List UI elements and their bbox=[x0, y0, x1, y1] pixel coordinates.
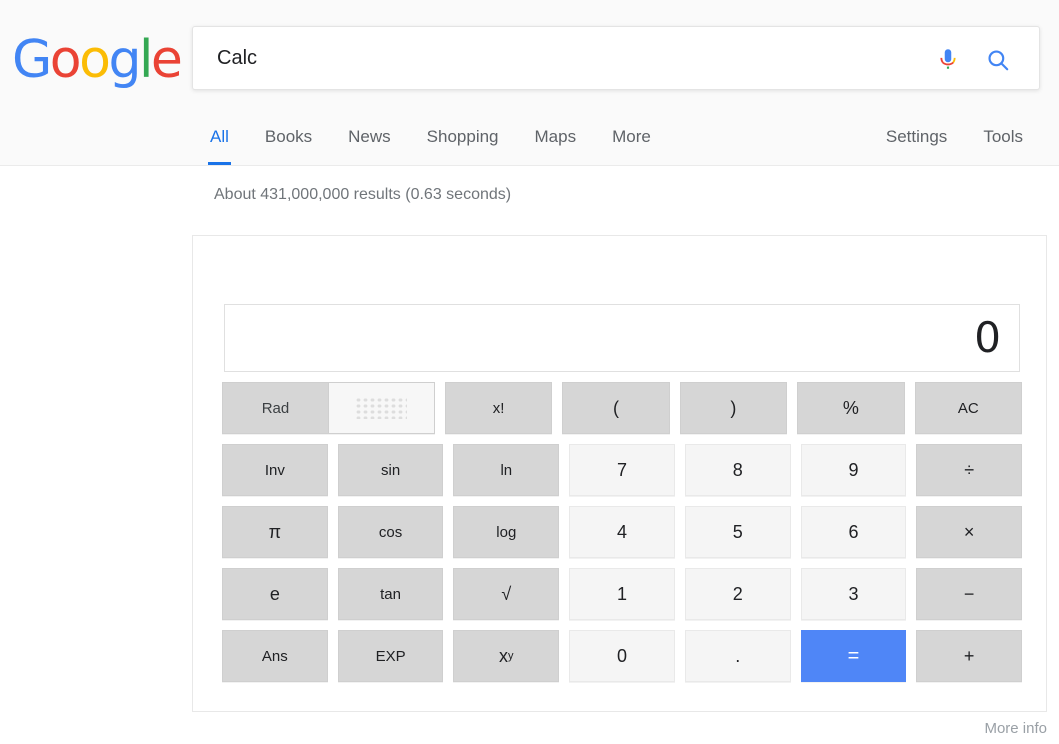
dotted-placeholder-icon bbox=[355, 397, 408, 419]
key-multiply[interactable]: × bbox=[916, 506, 1023, 558]
tab-books[interactable]: Books bbox=[247, 116, 330, 165]
key-paren-close[interactable]: ) bbox=[679, 382, 788, 434]
keypad-row: Rad x! ( ) % AC bbox=[222, 382, 1022, 434]
logo-letter-g2: g bbox=[108, 30, 141, 90]
tab-news[interactable]: News bbox=[330, 116, 409, 165]
key-tan[interactable]: tan bbox=[337, 568, 444, 620]
key-sqrt[interactable]: √ bbox=[453, 568, 560, 620]
tools-link[interactable]: Tools bbox=[965, 116, 1041, 158]
key-inv[interactable]: Inv bbox=[222, 444, 328, 496]
angle-mode-rad[interactable]: Rad bbox=[223, 383, 328, 433]
calculator-display[interactable]: 0 bbox=[224, 304, 1020, 372]
key-power-base: x bbox=[499, 645, 509, 666]
google-logo[interactable]: Google bbox=[12, 30, 183, 90]
search-box[interactable] bbox=[192, 26, 1040, 90]
key-power[interactable]: xy bbox=[453, 630, 560, 682]
key-log[interactable]: log bbox=[453, 506, 560, 558]
keypad-row: e tan √ 1 2 3 − bbox=[222, 568, 1023, 620]
key-4[interactable]: 4 bbox=[569, 506, 675, 558]
key-7[interactable]: 7 bbox=[569, 444, 675, 496]
key-ans[interactable]: Ans bbox=[222, 630, 328, 682]
keypad-row: Ans EXP xy 0 . = + bbox=[222, 630, 1023, 682]
key-2[interactable]: 2 bbox=[684, 568, 791, 620]
key-5[interactable]: 5 bbox=[684, 506, 791, 558]
key-1[interactable]: 1 bbox=[569, 568, 675, 620]
logo-letter-o2: o bbox=[79, 30, 111, 90]
search-tabs: All Books News Shopping Maps More bbox=[192, 116, 669, 166]
tab-shopping[interactable]: Shopping bbox=[409, 116, 517, 165]
calculator-display-value: 0 bbox=[974, 313, 1001, 362]
key-minus[interactable]: − bbox=[916, 568, 1023, 620]
logo-letter-g1: G bbox=[12, 30, 52, 90]
key-8[interactable]: 8 bbox=[684, 444, 791, 496]
key-percent[interactable]: % bbox=[797, 382, 905, 434]
settings-link[interactable]: Settings bbox=[868, 116, 965, 158]
key-ln[interactable]: ln bbox=[453, 444, 560, 496]
angle-mode-toggle[interactable]: Rad bbox=[222, 382, 435, 434]
logo-letter-o1: o bbox=[49, 30, 82, 90]
tab-more[interactable]: More bbox=[594, 116, 669, 165]
more-info-link[interactable]: More info bbox=[984, 720, 1047, 737]
key-3[interactable]: 3 bbox=[800, 568, 907, 620]
key-pi[interactable]: π bbox=[222, 506, 328, 558]
key-equals[interactable]: = bbox=[800, 630, 907, 682]
calculator-card: 0 Rad x! ( ) % AC Inv sin ln 7 8 9 ÷ π c… bbox=[192, 235, 1047, 712]
key-e[interactable]: e bbox=[222, 568, 328, 620]
key-6[interactable]: 6 bbox=[800, 506, 907, 558]
key-plus[interactable]: + bbox=[916, 630, 1023, 682]
key-paren-open[interactable]: ( bbox=[562, 382, 670, 434]
tab-all[interactable]: All bbox=[192, 116, 247, 165]
microphone-icon[interactable] bbox=[935, 46, 961, 72]
key-divide[interactable]: ÷ bbox=[916, 444, 1023, 496]
key-exp[interactable]: EXP bbox=[337, 630, 444, 682]
angle-mode-deg[interactable] bbox=[327, 383, 434, 433]
search-icon[interactable] bbox=[985, 47, 1011, 73]
tab-maps[interactable]: Maps bbox=[517, 116, 595, 165]
search-header: Google AllBooksNewsShoppingMapsMore Sett… bbox=[0, 0, 1059, 166]
keypad-row: Inv sin ln 7 8 9 ÷ bbox=[222, 444, 1023, 496]
search-input[interactable] bbox=[215, 27, 935, 89]
logo-letter-l: l bbox=[138, 30, 153, 90]
key-all-clear[interactable]: AC bbox=[914, 382, 1022, 434]
key-9[interactable]: 9 bbox=[800, 444, 907, 496]
key-0[interactable]: 0 bbox=[569, 630, 675, 682]
key-factorial[interactable]: x! bbox=[444, 382, 553, 434]
key-cos[interactable]: cos bbox=[337, 506, 444, 558]
logo-letter-e: e bbox=[150, 30, 183, 90]
search-tools-bar: Settings Tools bbox=[868, 116, 1041, 166]
keypad-row: π cos log 4 5 6 × bbox=[222, 506, 1023, 558]
result-stats: About 431,000,000 results (0.63 seconds) bbox=[214, 186, 512, 203]
calculator-keypad: Rad x! ( ) % AC Inv sin ln 7 8 9 ÷ π cos… bbox=[222, 382, 1023, 692]
key-decimal[interactable]: . bbox=[684, 630, 791, 682]
key-sin[interactable]: sin bbox=[337, 444, 444, 496]
key-power-exponent: y bbox=[508, 650, 514, 662]
